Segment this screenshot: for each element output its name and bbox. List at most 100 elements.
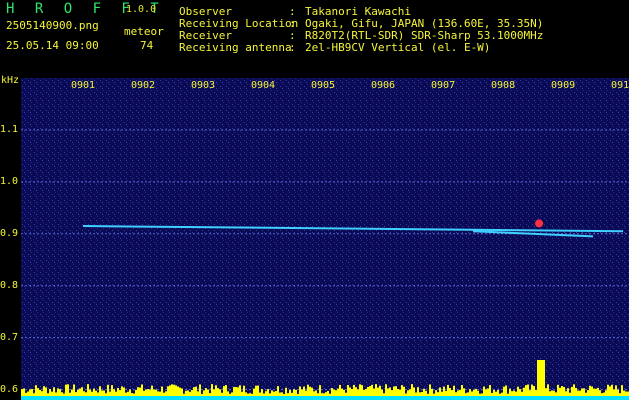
signal-bar: [435, 390, 437, 396]
signal-bar: [417, 387, 419, 396]
signal-bar: [245, 392, 247, 396]
signal-bar: [503, 386, 505, 396]
signal-bar: [347, 385, 349, 396]
signal-bar: [353, 384, 355, 396]
y-tick-label: 1.1: [0, 123, 19, 135]
signal-bar: [241, 391, 243, 396]
signal-bar: [565, 391, 567, 396]
signal-bar: [595, 388, 597, 396]
signal-bar: [489, 384, 491, 396]
x-tick-label: 0910: [611, 80, 629, 91]
signal-bar: [509, 388, 511, 396]
signal-bar: [93, 388, 95, 396]
signal-bar: [267, 389, 269, 396]
signal-bar: [497, 390, 499, 396]
signal-bar: [511, 391, 513, 396]
signal-bar: [381, 389, 383, 396]
signal-bar: [617, 389, 619, 396]
signal-bar: [327, 390, 329, 396]
signal-bar: [457, 390, 459, 396]
y-tick-label: 1.0: [0, 175, 19, 187]
signal-bar: [73, 384, 75, 396]
signal-bar: [351, 389, 353, 396]
signal-bar: [587, 390, 589, 396]
signal-bar: [551, 390, 553, 396]
y-axis-unit: kHz: [1, 75, 20, 86]
signal-bar: [441, 391, 443, 396]
signal-bar: [193, 387, 195, 396]
signal-bar: [263, 393, 265, 396]
signal-bar: [271, 390, 273, 396]
signal-bar: [599, 390, 601, 396]
signal-bar: [85, 392, 87, 396]
signal-bar: [313, 391, 315, 396]
signal-bar: [323, 393, 325, 396]
signal-bar: [515, 391, 517, 396]
signal-bar: [537, 360, 539, 396]
signal-bar: [425, 390, 427, 396]
signal-bar: [473, 389, 475, 396]
signal-bar: [525, 385, 527, 396]
x-tick-label: 0905: [311, 80, 336, 91]
signal-bar: [29, 389, 31, 396]
signal-bar: [177, 386, 179, 396]
signal-bar: [579, 390, 581, 396]
signal-bar: [369, 386, 371, 396]
signal-bar: [445, 390, 447, 396]
signal-bar: [529, 390, 531, 396]
signal-bar: [379, 385, 381, 396]
signal-bar: [559, 387, 561, 396]
signal-bar: [399, 389, 401, 396]
signal-bar: [501, 392, 503, 396]
signal-bar: [531, 384, 533, 396]
signal-bar: [483, 386, 485, 396]
x-tick-label: 0909: [551, 80, 576, 91]
signal-bar: [289, 389, 291, 396]
spectrogram: [21, 78, 629, 400]
signal-bar: [521, 391, 523, 396]
signal-bar: [461, 385, 463, 396]
y-tick-label: 0.8: [0, 279, 19, 291]
signal-bar: [303, 386, 305, 396]
signal-bar: [319, 385, 321, 396]
signal-bar: [295, 389, 297, 396]
signal-bar: [517, 386, 519, 396]
signal-bar: [253, 388, 255, 396]
signal-bar: [555, 392, 557, 396]
signal-bar: [229, 393, 231, 396]
signal-bar: [413, 387, 415, 396]
signal-bar: [459, 389, 461, 396]
signal-bar: [201, 393, 203, 396]
signal-bar: [83, 391, 85, 396]
signal-bar: [217, 388, 219, 396]
signal-bar: [125, 392, 127, 396]
signal-bar: [247, 393, 249, 396]
signal-bar: [453, 385, 455, 396]
signal-bar: [471, 391, 473, 396]
signal-bar: [373, 388, 375, 396]
signal-bar: [437, 392, 439, 396]
signal-bar: [409, 389, 411, 396]
signal-bar: [183, 393, 185, 396]
signal-bar: [477, 390, 479, 396]
signal-bar: [493, 389, 495, 396]
signal-bar: [357, 389, 359, 396]
signal-bar: [341, 388, 343, 396]
file-datetime: 25.05.14 09:00: [6, 39, 99, 52]
signal-bar: [573, 384, 575, 396]
signal-bar: [561, 386, 563, 396]
signal-bar: [363, 389, 365, 396]
signal-bar: [355, 387, 357, 396]
signal-bar: [133, 393, 135, 396]
signal-bar: [367, 386, 369, 396]
signal-bar: [91, 391, 93, 396]
signal-bar: [119, 389, 121, 396]
signal-bar: [375, 384, 377, 396]
signal-bar: [237, 387, 239, 396]
signal-bar: [623, 390, 625, 396]
signal-bar: [541, 360, 543, 396]
signal-bar: [333, 389, 335, 396]
signal-bar: [429, 384, 431, 396]
signal-bar: [109, 391, 111, 396]
signal-bar: [143, 390, 145, 396]
